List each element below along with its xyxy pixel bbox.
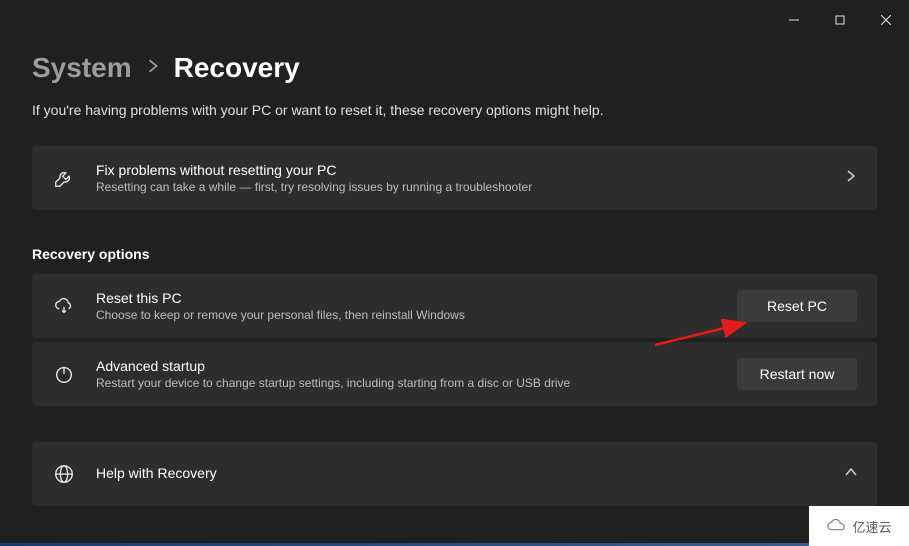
- breadcrumb-current: Recovery: [174, 52, 300, 84]
- recovery-options-header: Recovery options: [32, 246, 877, 262]
- help-title: Help with Recovery: [96, 465, 825, 481]
- advanced-startup-desc: Restart your device to change startup se…: [96, 376, 717, 390]
- advanced-startup-title: Advanced startup: [96, 358, 717, 374]
- restart-now-button[interactable]: Restart now: [737, 358, 857, 390]
- reset-pc-card: Reset this PC Choose to keep or remove y…: [32, 274, 877, 338]
- breadcrumb-parent[interactable]: System: [32, 52, 132, 84]
- troubleshooter-desc: Resetting can take a while — first, try …: [96, 180, 825, 194]
- troubleshooter-card[interactable]: Fix problems without resetting your PC R…: [32, 146, 877, 210]
- globe-help-icon: [52, 462, 76, 486]
- reset-pc-button[interactable]: Reset PC: [737, 290, 857, 322]
- wrench-icon: [52, 166, 76, 190]
- power-icon: [52, 362, 76, 386]
- minimize-button[interactable]: [771, 8, 817, 32]
- maximize-button[interactable]: [817, 8, 863, 32]
- watermark: 亿速云: [809, 506, 909, 546]
- watermark-text: 亿速云: [852, 517, 891, 536]
- close-button[interactable]: [863, 8, 909, 32]
- advanced-startup-card: Advanced startup Restart your device to …: [32, 342, 877, 406]
- help-with-recovery-card[interactable]: Help with Recovery: [32, 442, 877, 506]
- reset-pc-title: Reset this PC: [96, 290, 717, 306]
- chevron-up-icon: [845, 465, 857, 483]
- reset-cloud-icon: [52, 294, 76, 318]
- chevron-right-icon: [146, 59, 160, 78]
- intro-text: If you're having problems with your PC o…: [32, 102, 877, 118]
- breadcrumb: System Recovery: [32, 52, 877, 84]
- reset-pc-desc: Choose to keep or remove your personal f…: [96, 308, 717, 322]
- chevron-right-icon: [845, 169, 857, 187]
- window-titlebar: [0, 0, 909, 32]
- troubleshooter-title: Fix problems without resetting your PC: [96, 162, 825, 178]
